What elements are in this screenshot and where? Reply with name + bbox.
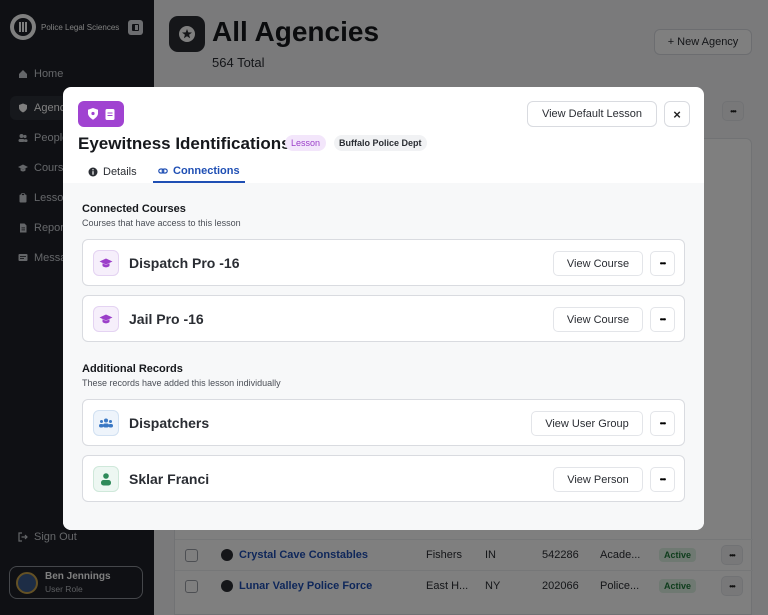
more-options-button[interactable]: •••	[650, 251, 675, 276]
view-course-button[interactable]: View Course	[553, 307, 643, 332]
view-course-button[interactable]: View Course	[553, 251, 643, 276]
tab-label: Details	[103, 166, 137, 178]
tab-details[interactable]: Details	[88, 161, 137, 183]
clipboard-icon	[105, 109, 114, 120]
person-name: Sklar Franci	[129, 471, 210, 487]
connected-course-card: Dispatch Pro -16 View Course •••	[82, 239, 685, 286]
view-default-lesson-button[interactable]: View Default Lesson	[527, 101, 657, 127]
more-options-button[interactable]: •••	[650, 307, 675, 332]
department-badge: Buffalo Police Dept	[334, 135, 427, 151]
additional-record-card: Dispatchers View User Group •••	[82, 399, 685, 446]
modal-title: Eyewitness Identifications	[78, 134, 291, 153]
tab-connections[interactable]: Connections	[153, 161, 245, 183]
course-name: Jail Pro -16	[129, 311, 204, 327]
additional-record-card: Sklar Franci View Person •••	[82, 455, 685, 502]
link-icon	[158, 168, 168, 174]
connected-courses-title: Connected Courses	[82, 203, 186, 215]
graduation-cap-icon	[93, 250, 119, 276]
user-group-icon	[93, 410, 119, 436]
lesson-icon	[78, 101, 124, 127]
additional-records-title: Additional Records	[82, 363, 183, 375]
course-name: Dispatch Pro -16	[129, 255, 240, 271]
view-person-button[interactable]: View Person	[553, 467, 643, 492]
view-user-group-button[interactable]: View User Group	[531, 411, 643, 436]
lesson-type-badge: Lesson	[285, 135, 327, 151]
additional-records-subtitle: These records have added this lesson ind…	[82, 378, 281, 388]
connected-courses-subtitle: Courses that have access to this lesson	[82, 218, 241, 228]
connections-panel: Connected Courses Courses that have acce…	[63, 183, 704, 530]
graduation-cap-icon	[93, 306, 119, 332]
info-icon	[88, 167, 98, 177]
more-options-button[interactable]: •••	[650, 411, 675, 436]
connected-course-card: Jail Pro -16 View Course •••	[82, 295, 685, 342]
lesson-modal: View Default Lesson × Eyewitness Identif…	[63, 87, 704, 530]
person-icon	[93, 466, 119, 492]
user-group-name: Dispatchers	[129, 415, 210, 431]
close-icon[interactable]: ×	[664, 101, 690, 127]
more-options-button[interactable]: •••	[650, 467, 675, 492]
shield-icon	[87, 108, 98, 120]
tab-label: Connections	[173, 165, 240, 177]
